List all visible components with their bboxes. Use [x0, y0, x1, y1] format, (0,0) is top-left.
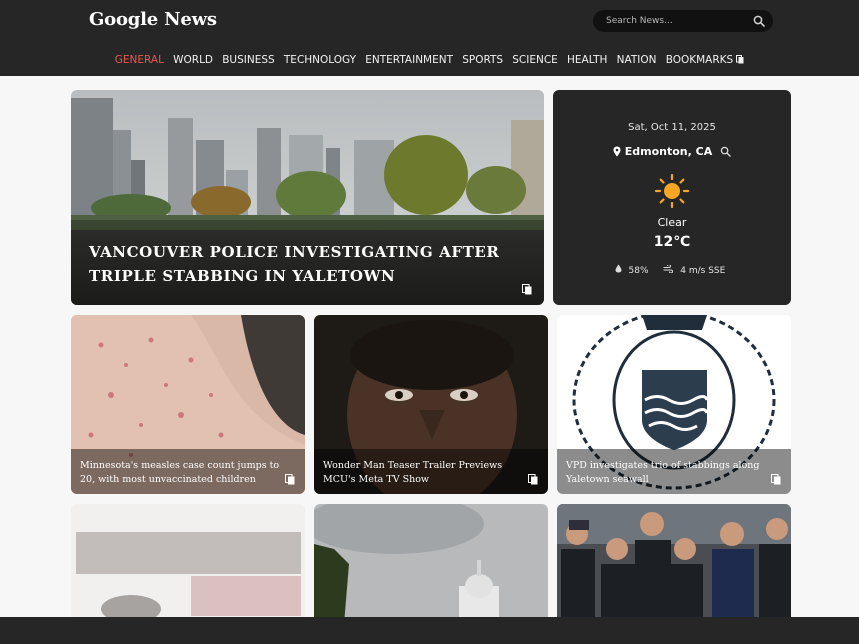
humidity-value: 58% — [628, 266, 649, 276]
article-card[interactable]: Wonder Man Teaser Trailer Previews MCU's… — [314, 315, 548, 494]
article-card[interactable]: Minnesota's measles case count jumps to … — [71, 315, 305, 494]
bottom-bar — [0, 617, 859, 644]
nav-entertainment[interactable]: ENTERTAINMENT — [361, 53, 458, 69]
bookmarks-icon — [736, 55, 744, 64]
article-image-capitol — [314, 504, 548, 624]
weather-location-label: Edmonton, CA — [624, 145, 713, 158]
nav-bookmarks[interactable]: BOOKMARKS — [661, 53, 749, 69]
weather-temperature: 12℃ — [653, 234, 691, 250]
bookmark-icon[interactable] — [771, 474, 781, 485]
nav-sports[interactable]: SPORTS — [458, 53, 508, 69]
nav-general[interactable]: GENERAL — [110, 53, 168, 69]
app-logo[interactable]: Google News — [89, 9, 217, 30]
location-search-icon[interactable] — [720, 146, 731, 157]
nav-technology[interactable]: TECHNOLOGY — [279, 53, 360, 69]
humidity-icon — [615, 264, 622, 273]
article-card[interactable] — [71, 504, 305, 624]
hero-headline[interactable]: VANCOUVER POLICE INVESTIGATING AFTER TRI… — [89, 240, 509, 288]
nav-science[interactable]: SCIENCE — [508, 53, 563, 69]
article-card[interactable] — [314, 504, 548, 624]
article-headline[interactable]: Wonder Man Teaser Trailer Previews MCU's… — [323, 459, 528, 487]
weather-date: Sat, Oct 11, 2025 — [628, 122, 716, 133]
weather-stats: 58% 4 m/s SSE — [553, 264, 791, 276]
wind-stat: 4 m/s SSE — [663, 264, 729, 276]
wind-icon — [663, 264, 674, 274]
header-bar: Google News GENERAL WORLD BUSINESS TECHN… — [0, 0, 859, 76]
wind-value: 4 m/s SSE — [680, 266, 726, 276]
bookmark-icon[interactable] — [528, 474, 538, 485]
humidity-stat: 58% — [615, 264, 653, 276]
search-input[interactable] — [606, 13, 746, 29]
weather-condition: Clear — [657, 216, 687, 229]
category-nav: GENERAL WORLD BUSINESS TECHNOLOGY ENTERT… — [0, 53, 859, 69]
article-headline[interactable]: Minnesota's measles case count jumps to … — [80, 459, 285, 487]
nav-nation[interactable]: NATION — [612, 53, 661, 69]
search-box[interactable] — [593, 10, 773, 32]
nav-health[interactable]: HEALTH — [562, 53, 612, 69]
weather-location[interactable]: Edmonton, CA — [553, 145, 791, 158]
article-card[interactable]: VPD investigates trio of stabbings along… — [557, 315, 791, 494]
weather-widget: Sat, Oct 11, 2025 Edmonton, CA Clear 12℃… — [553, 90, 791, 305]
nav-world[interactable]: WORLD — [169, 53, 218, 69]
bookmark-icon[interactable] — [522, 284, 532, 295]
search-icon[interactable] — [753, 15, 765, 27]
location-pin-icon — [613, 146, 621, 157]
article-image-group-photo — [557, 504, 791, 624]
bookmark-icon[interactable] — [285, 474, 295, 485]
nav-bookmarks-label: BOOKMARKS — [665, 54, 734, 66]
article-card[interactable] — [557, 504, 791, 624]
article-headline[interactable]: VPD investigates trio of stabbings along… — [566, 459, 771, 487]
article-image-castlegar-news-logo — [71, 504, 305, 624]
nav-business[interactable]: BUSINESS — [218, 53, 280, 69]
hero-article-card[interactable]: VANCOUVER POLICE INVESTIGATING AFTER TRI… — [71, 90, 544, 305]
sun-icon — [654, 173, 690, 209]
